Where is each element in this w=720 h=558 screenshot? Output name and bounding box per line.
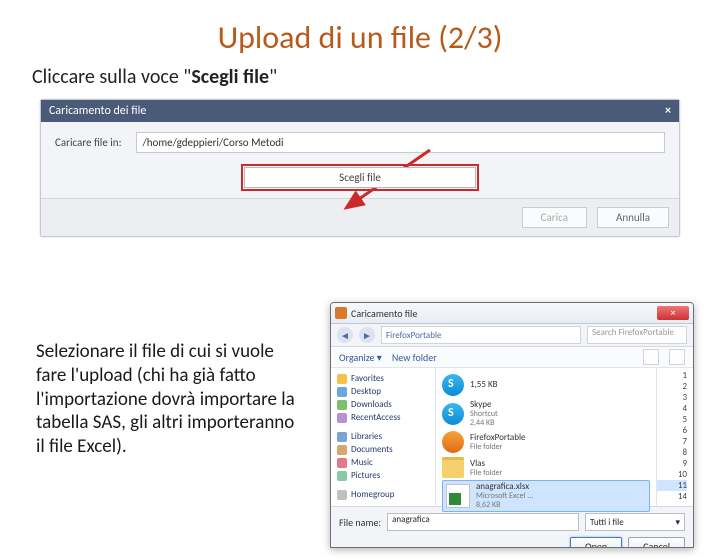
num-row[interactable]: 14 bbox=[657, 491, 687, 502]
load-button[interactable]: Carica bbox=[522, 207, 587, 228]
forward-icon[interactable]: ► bbox=[359, 327, 375, 343]
upload-path-label: Caricare file in: bbox=[55, 136, 122, 149]
nav-homegroup[interactable]: Homegroup bbox=[333, 488, 433, 501]
help-icon[interactable] bbox=[669, 349, 685, 365]
chooser-titlebar: Caricamento file × bbox=[331, 303, 693, 324]
slide-subtitle: Cliccare sulla voce "Scegli file" bbox=[32, 65, 720, 89]
filetype-dropdown[interactable]: Tutti i file▾ bbox=[585, 513, 685, 531]
nav-libraries[interactable]: Libraries bbox=[333, 430, 433, 443]
folder-icon bbox=[442, 457, 464, 478]
search-input[interactable]: Search FirefoxPortable bbox=[587, 326, 687, 344]
num-row[interactable]: 1 bbox=[657, 370, 687, 381]
upload-dialog: Caricamento dei file × Caricare file in:… bbox=[40, 99, 680, 237]
new-folder-button[interactable]: New folder bbox=[392, 351, 437, 364]
chooser-navbar: ◄ ► FirefoxPortable Search FirefoxPortab… bbox=[331, 324, 693, 347]
upload-titlebar: Caricamento dei file × bbox=[41, 100, 679, 122]
num-row[interactable]: 7 bbox=[657, 436, 687, 447]
upload-path-row: Caricare file in: /home/gdeppieri/Corso … bbox=[55, 132, 665, 153]
num-row[interactable]: 6 bbox=[657, 425, 687, 436]
num-row[interactable]: 4 bbox=[657, 403, 687, 414]
nav-music[interactable]: Music bbox=[333, 456, 433, 469]
nav-recent[interactable]: RecentAccess bbox=[333, 411, 433, 424]
upload-footer: Carica Annulla bbox=[41, 198, 679, 236]
files-number-column: 1 2 3 4 5 6 7 8 9 10 11 14 bbox=[656, 368, 693, 506]
upload-path-field[interactable]: /home/gdeppieri/Corso Metodi bbox=[136, 132, 665, 153]
back-icon[interactable]: ◄ bbox=[337, 327, 353, 343]
file-item-selected[interactable]: anagrafica.xlsxMicrosoft Excel ...8,62 K… bbox=[442, 480, 650, 511]
firefox-icon bbox=[442, 431, 464, 453]
chooser-button-row: Open Cancel bbox=[331, 537, 693, 548]
file-chooser-dialog: Caricamento file × ◄ ► FirefoxPortable S… bbox=[330, 302, 694, 548]
num-row[interactable]: 9 bbox=[657, 458, 687, 469]
subtitle-suffix: " bbox=[269, 65, 277, 89]
choose-file-label: Scegli file bbox=[339, 171, 381, 184]
chooser-body: Favorites Desktop Downloads RecentAccess… bbox=[331, 368, 693, 506]
chevron-down-icon: ▾ bbox=[675, 517, 680, 528]
view-icon[interactable] bbox=[643, 349, 659, 365]
num-row[interactable]: 10 bbox=[657, 469, 687, 480]
num-row[interactable]: 8 bbox=[657, 447, 687, 458]
close-icon[interactable]: × bbox=[665, 104, 671, 118]
open-button[interactable]: Open bbox=[570, 537, 622, 548]
skype-icon bbox=[442, 403, 464, 425]
filename-label: File name: bbox=[339, 516, 381, 529]
breadcrumb[interactable]: FirefoxPortable bbox=[381, 326, 581, 344]
upload-title-text: Caricamento dei file bbox=[49, 104, 146, 118]
nav-desktop[interactable]: Desktop bbox=[333, 385, 433, 398]
file-item[interactable]: 1,55 KB bbox=[442, 372, 650, 398]
nav-documents[interactable]: Documents bbox=[333, 443, 433, 456]
chooser-nav-pane: Favorites Desktop Downloads RecentAccess… bbox=[331, 368, 436, 506]
num-row[interactable]: 2 bbox=[657, 381, 687, 392]
file-item[interactable]: FirefoxPortableFile folder bbox=[442, 429, 650, 455]
nav-downloads[interactable]: Downloads bbox=[333, 398, 433, 411]
choose-file-button[interactable]: Scegli file bbox=[244, 167, 476, 188]
file-item[interactable]: SkypeShortcut2,44 KB bbox=[442, 398, 650, 429]
filename-field[interactable]: anagrafica bbox=[387, 513, 579, 531]
chooser-file-pane: 1,55 KB SkypeShortcut2,44 KB FirefoxPort… bbox=[436, 368, 693, 506]
subtitle-bold: Scegli file bbox=[191, 65, 269, 89]
chooser-close-icon[interactable]: × bbox=[657, 306, 689, 320]
paragraph-2: Selezionare il file di cui si vuole fare… bbox=[36, 340, 296, 459]
files-column: 1,55 KB SkypeShortcut2,44 KB FirefoxPort… bbox=[436, 368, 656, 506]
subtitle-prefix: Cliccare sulla voce " bbox=[32, 65, 191, 89]
organize-menu[interactable]: Organize ▾ bbox=[339, 351, 382, 364]
num-row[interactable]: 5 bbox=[657, 414, 687, 425]
upload-body: Caricare file in: /home/gdeppieri/Corso … bbox=[41, 122, 679, 198]
slide-title: Upload di un file (2/3) bbox=[0, 18, 720, 57]
chooser-title: Caricamento file bbox=[351, 307, 653, 320]
window-icon bbox=[335, 307, 347, 319]
cancel-button[interactable]: Annulla bbox=[597, 207, 669, 228]
nav-pictures[interactable]: Pictures bbox=[333, 469, 433, 482]
file-item[interactable]: VlasFile folder bbox=[442, 455, 650, 480]
chooser-toolbar: Organize ▾ New folder bbox=[331, 347, 693, 368]
excel-icon bbox=[446, 484, 470, 508]
nav-favorites[interactable]: Favorites bbox=[333, 372, 433, 385]
num-row[interactable]: 3 bbox=[657, 392, 687, 403]
num-row[interactable]: 11 bbox=[657, 480, 687, 491]
skype-icon bbox=[442, 374, 464, 396]
chooser-cancel-button[interactable]: Cancel bbox=[628, 537, 685, 548]
